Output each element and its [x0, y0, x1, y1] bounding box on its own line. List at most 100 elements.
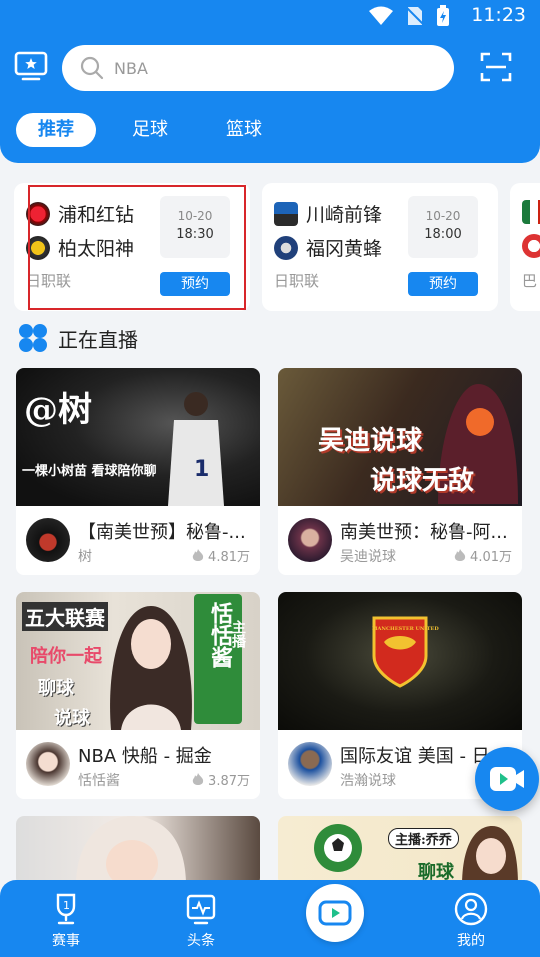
away-team: [522, 234, 540, 258]
status-bar: 11:23: [0, 0, 540, 30]
svg-text:1: 1: [63, 899, 70, 912]
live-card[interactable]: 1 @树 一棵小树苗 看球陪你聊 【南美世预】秘鲁-... 树 4.81万: [16, 368, 260, 575]
live-card-title: 【南美世预】秘鲁-...: [78, 522, 246, 543]
search-icon: [80, 56, 104, 80]
live-thumbnail: 五大联赛 陪你一起 聊球 说球 恬恬酱 主播: [16, 592, 260, 730]
battery-icon: [437, 5, 449, 26]
tv-play-icon: [318, 900, 352, 926]
bottom-nav: 1 赛事 头条 我的: [0, 880, 540, 957]
live-card[interactable]: 吴迪说球 说球无敌 南美世预：秘鲁-阿... 吴迪说球 4.01万: [278, 368, 522, 575]
trophy-icon: 1: [56, 893, 76, 925]
thumb-caption: 陪你一起: [30, 646, 102, 667]
live-camera-button[interactable]: [475, 747, 539, 811]
home-team-name: 川崎前锋: [306, 204, 383, 226]
streamer-figure: [462, 826, 518, 886]
video-camera-icon: [490, 767, 524, 791]
avatar: [26, 518, 70, 562]
flame-icon: [454, 548, 466, 561]
nav-profile[interactable]: 我的: [431, 892, 511, 950]
away-team: 福冈黄蜂: [274, 234, 382, 261]
thumb-caption: 主播: [230, 620, 246, 648]
thumb-caption: 说球无敌: [370, 466, 475, 496]
kawasaki-logo-icon: [274, 201, 298, 226]
thumb-caption: 主播:乔乔: [388, 828, 459, 849]
tab-recommend[interactable]: 推荐: [16, 113, 96, 147]
match-time-box: 10-20 18:00: [408, 196, 478, 258]
nav-label: 我的: [457, 933, 485, 949]
home-team: [522, 200, 540, 224]
nav-live-center-button[interactable]: [306, 884, 364, 942]
search-bar[interactable]: NBA: [62, 45, 454, 91]
match-list: 浦和红钻 柏太阳神 10-20 18:30 日职联 预约 川崎前锋 福冈黄蜂 1…: [14, 183, 540, 311]
urawa-logo-icon: [26, 201, 50, 226]
fukuoka-logo-icon: [274, 235, 298, 260]
live-thumbnail: 吴迪说球 说球无敌: [278, 368, 522, 506]
avatar: [26, 742, 70, 786]
live-card-info: 【南美世预】秘鲁-... 树 4.81万: [16, 506, 260, 575]
views-count: 3.87万: [208, 774, 250, 789]
match-card[interactable]: 巴: [510, 183, 540, 311]
live-card[interactable]: 主播:乔乔 聊球: [278, 816, 522, 886]
match-time: 18:00: [424, 227, 462, 242]
thumb-caption: 吴迪说球: [318, 426, 423, 456]
reserve-button[interactable]: 预约: [160, 272, 230, 296]
live-thumbnail: 主播:乔乔 聊球: [278, 816, 522, 886]
away-team: 柏太阳神: [26, 234, 134, 261]
nav-label: 赛事: [52, 933, 80, 949]
live-thumbnail: MANCHESTER UNITED: [278, 592, 522, 730]
svg-text:1: 1: [194, 457, 209, 482]
club-crest-icon: [372, 616, 428, 688]
home-team-name: 浦和红钻: [58, 204, 135, 226]
live-card-views: 3.87万: [192, 770, 250, 789]
no-sim-icon: [406, 6, 424, 26]
live-card-host: 吴迪说球: [340, 549, 396, 565]
match-time-box: 10-20 18:30: [160, 196, 230, 258]
streamer-figure: [76, 816, 186, 886]
thumb-caption: 一棵小树苗 看球陪你聊: [22, 464, 157, 479]
live-thumbnail: 1 @树 一棵小树苗 看球陪你聊: [16, 368, 260, 506]
views-count: 4.01万: [470, 550, 512, 565]
live-thumbnail: [16, 816, 260, 886]
nav-label: 头条: [187, 933, 215, 949]
match-date: 10-20: [425, 209, 461, 223]
live-card[interactable]: 五大联赛 陪你一起 聊球 说球 恬恬酱 主播 NBA 快船 - 掘金 恬恬酱 3…: [16, 592, 260, 799]
match-card[interactable]: 浦和红钻 柏太阳神 10-20 18:30 日职联 预约: [14, 183, 250, 311]
scan-icon[interactable]: [479, 50, 513, 84]
status-time: 11:23: [471, 4, 526, 26]
thumb-caption: 聊球: [38, 678, 74, 699]
match-league: 日职联: [26, 272, 72, 290]
section-title: 正在直播: [58, 327, 138, 352]
live-card-host: 树: [78, 549, 92, 565]
avatar: [288, 518, 332, 562]
thumb-caption: 说球: [54, 708, 90, 729]
team-logo-icon: [522, 200, 540, 224]
reserve-button[interactable]: 预约: [408, 272, 478, 296]
monitor-pulse-icon: [186, 894, 216, 925]
live-card-host: 浩瀚说球: [340, 773, 396, 789]
soccer-ball-icon: [314, 824, 362, 872]
avatar: [288, 742, 332, 786]
kashiwa-logo-icon: [26, 235, 50, 260]
live-card-title: NBA 快船 - 掘金: [78, 746, 212, 767]
team-logo-icon: [522, 234, 540, 258]
match-league: 巴: [522, 272, 538, 290]
tab-football[interactable]: 足球: [110, 113, 190, 147]
flame-icon: [192, 772, 204, 785]
streamer-figure: [110, 606, 192, 730]
tab-basketball[interactable]: 篮球: [204, 113, 284, 147]
tv-icon[interactable]: [14, 50, 50, 84]
match-league: 日职联: [274, 272, 320, 290]
home-team: 川崎前锋: [274, 200, 382, 227]
live-card-title: 南美世预：秘鲁-阿...: [340, 522, 508, 543]
status-icons: [368, 5, 450, 27]
live-card-views: 4.81万: [192, 546, 250, 565]
match-date: 10-20: [177, 209, 213, 223]
match-time: 18:30: [176, 227, 214, 242]
nav-headlines[interactable]: 头条: [161, 892, 241, 950]
match-card[interactable]: 川崎前锋 福冈黄蜂 10-20 18:00 日职联 预约: [262, 183, 498, 311]
live-card[interactable]: [16, 816, 260, 886]
nav-events[interactable]: 1 赛事: [26, 892, 106, 950]
player-figure: 1: [168, 392, 224, 506]
home-team: 浦和红钻: [26, 200, 134, 227]
live-section-header: 正在直播: [18, 323, 138, 353]
